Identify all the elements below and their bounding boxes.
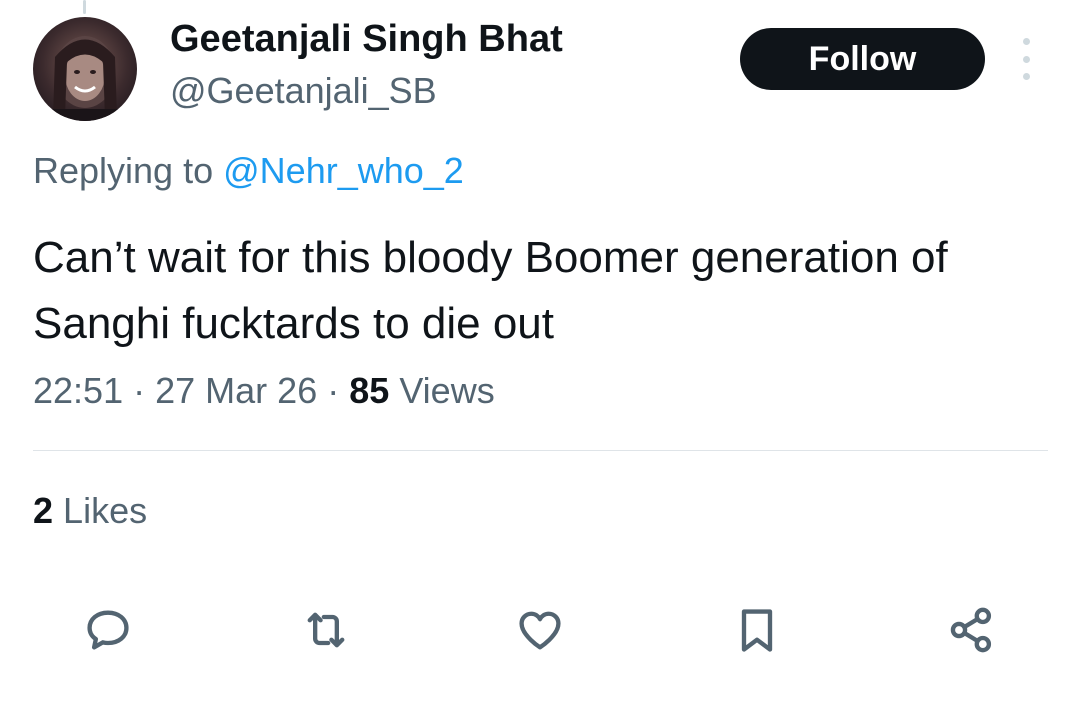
follow-button[interactable]: Follow [740,28,985,90]
replying-to: Replying to @Nehr_who_2 [33,150,464,192]
likes-label: Likes [63,490,148,531]
share-button[interactable] [942,600,1002,660]
replying-to-handle-link[interactable]: @Nehr_who_2 [223,150,464,191]
tweet-metadata: 22:51 · 27 Mar 26 · 85 Views [33,370,495,412]
profile-photo-icon [33,36,137,121]
likes-summary[interactable]: 2 Likes [33,490,147,532]
like-button[interactable] [510,600,570,660]
more-options-icon[interactable] [1012,38,1040,80]
repost-arrows-icon [307,612,345,648]
bookmark-icon [741,609,773,652]
heart-icon [519,611,561,650]
repost-button[interactable] [296,600,356,660]
share-nodes-icon [950,607,992,653]
speech-bubble-icon [87,610,129,650]
author-display-name[interactable]: Geetanjali Singh Bhat [170,18,563,61]
tweet-time[interactable]: 22:51 [33,370,123,411]
more-dot [1022,38,1030,45]
author-avatar[interactable] [33,17,137,121]
meta-separator: · [133,370,146,411]
views-label: Views [399,370,495,411]
tweet-date[interactable]: 27 Mar 26 [155,370,317,411]
likes-count: 2 [33,490,54,531]
tweet-text: Can’t wait for this bloody Boomer genera… [33,233,948,348]
more-dot [1022,73,1030,80]
thread-connector-line [83,0,86,14]
views-count: 85 [349,370,390,411]
bookmark-button[interactable] [727,600,787,660]
more-dot [1022,55,1030,63]
author-handle[interactable]: @Geetanjali_SB [170,70,437,112]
reply-button[interactable] [78,600,138,660]
replying-to-prefix: Replying to [33,150,214,191]
divider [33,450,1048,451]
meta-separator: · [327,370,340,411]
